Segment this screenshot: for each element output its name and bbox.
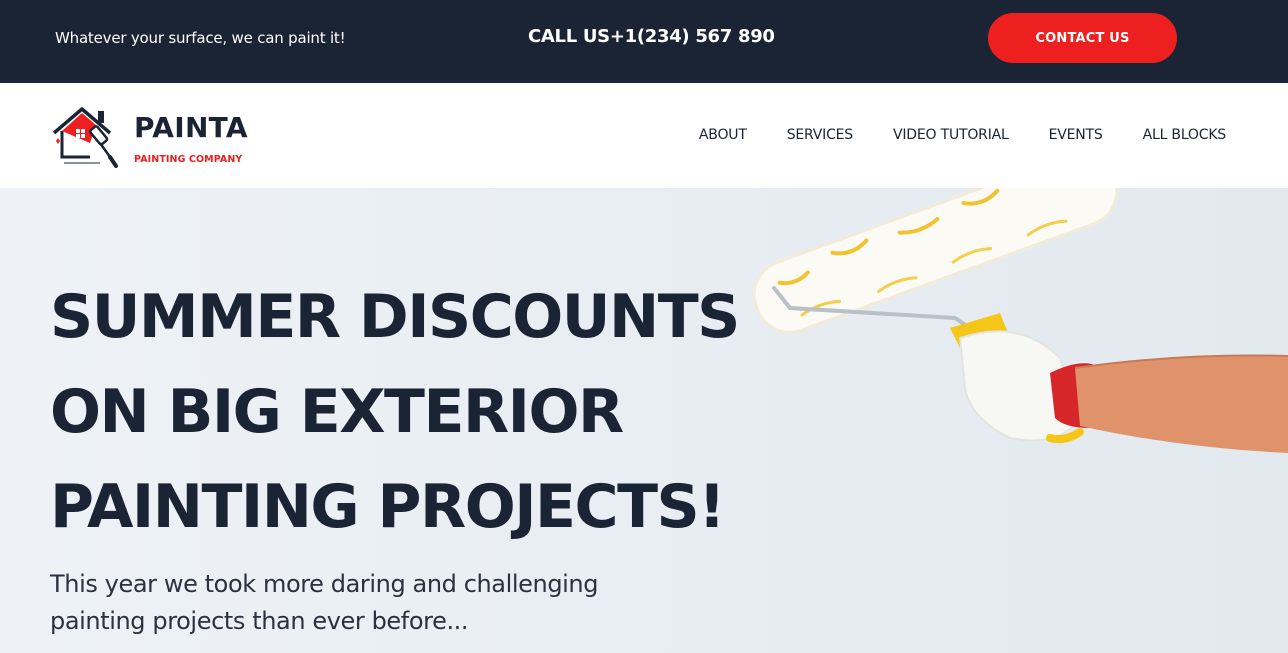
logo[interactable]: PAINTA PAINTING COMPANY	[50, 105, 260, 169]
logo-name: PAINTA	[134, 111, 248, 144]
contact-us-button[interactable]: CONTACT US	[988, 13, 1177, 63]
hero-subtext: This year we took more daring and challe…	[50, 566, 670, 640]
headline-line: ON BIG EXTERIOR	[50, 377, 624, 447]
main-navbar: PAINTA PAINTING COMPANY ABOUT SERVICES V…	[0, 83, 1288, 188]
nav-item-about[interactable]: ABOUT	[699, 127, 747, 143]
subtext-line: This year we took more daring and challe…	[50, 570, 599, 598]
phone-number[interactable]: CALL US+1(234) 567 890	[528, 26, 775, 47]
hero-section: SUMMER DISCOUNTS ON BIG EXTERIOR PAINTIN…	[0, 188, 1288, 653]
nav-item-services[interactable]: SERVICES	[787, 127, 854, 143]
hero-headline: SUMMER DISCOUNTS ON BIG EXTERIOR PAINTIN…	[50, 270, 810, 555]
top-bar: Whatever your surface, we can paint it! …	[0, 0, 1288, 83]
main-nav: ABOUT SERVICES VIDEO TUTORIAL EVENTS ALL…	[699, 127, 1226, 143]
subtext-line: painting projects than ever before...	[50, 607, 469, 635]
tagline: Whatever your surface, we can paint it!	[55, 29, 346, 47]
headline-line: SUMMER DISCOUNTS	[50, 282, 740, 352]
headline-line: PAINTING PROJECTS!	[50, 472, 726, 542]
nav-item-video-tutorial[interactable]: VIDEO TUTORIAL	[893, 127, 1009, 143]
house-paint-roller-icon	[52, 107, 118, 168]
nav-item-all-blocks[interactable]: ALL BLOCKS	[1143, 127, 1227, 143]
logo-subtitle: PAINTING COMPANY	[134, 154, 243, 165]
nav-item-events[interactable]: EVENTS	[1049, 127, 1103, 143]
